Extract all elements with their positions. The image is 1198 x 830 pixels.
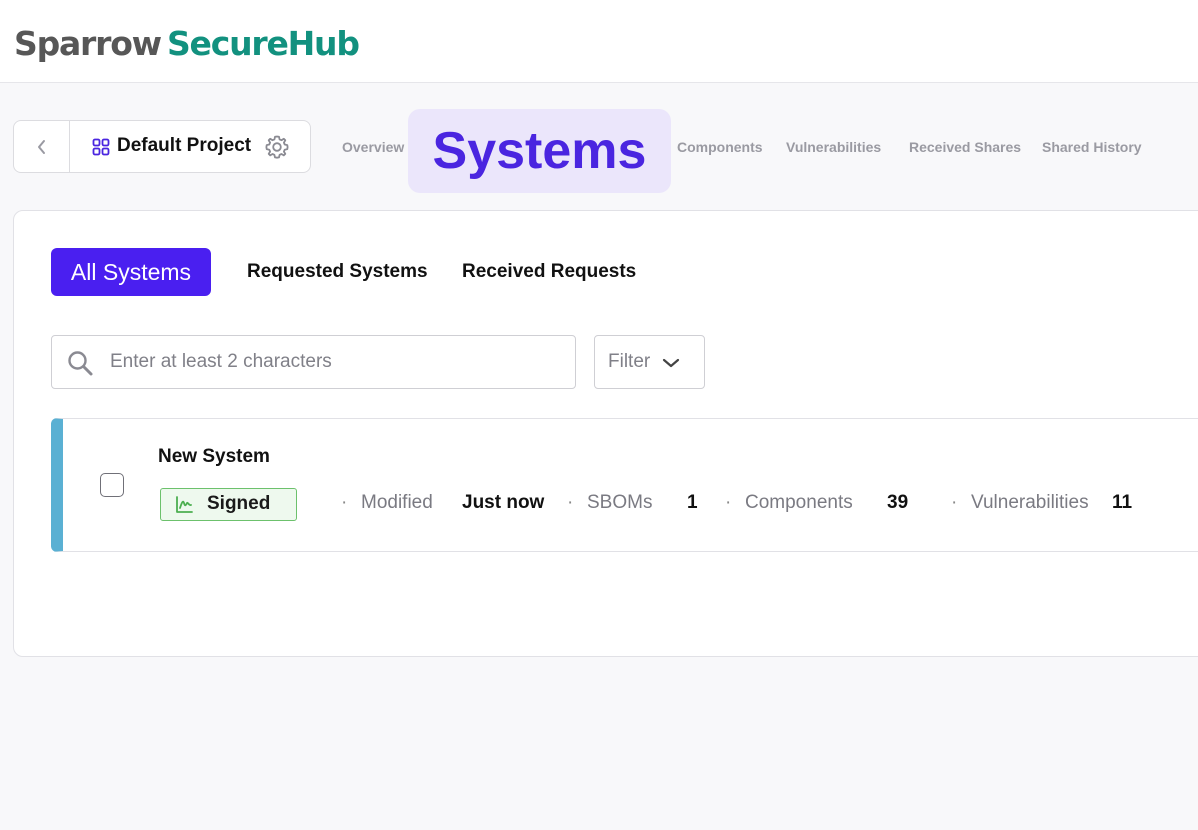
search-input[interactable] [110,346,560,378]
status-badge: Signed [160,488,297,521]
search-icon [68,351,93,376]
subtab-received-requests[interactable]: Received Requests [462,261,636,283]
filter-dropdown[interactable]: Filter [594,335,705,389]
system-name[interactable]: New System [158,446,270,468]
components-label: Components [745,492,853,513]
back-button[interactable] [14,121,70,172]
signature-icon [176,496,193,513]
project-switcher: Default Project [13,120,311,173]
sboms-value[interactable]: 1 [687,492,698,514]
grid-icon [92,138,110,156]
search-box [51,335,576,389]
chevron-down-icon [662,358,680,368]
tab-overview[interactable]: Overview [342,139,404,155]
tab-shared-history[interactable]: Shared History [1042,139,1142,155]
app-logo[interactable]: Sparrow SecureHub [14,24,360,64]
subtab-requested-systems[interactable]: Requested Systems [247,261,428,283]
systems-card: All Systems Requested Systems Received R… [13,210,1198,657]
project-name[interactable]: Default Project [117,135,251,157]
chevron-left-icon [37,139,45,154]
meta-separator: · [951,492,958,513]
sboms-label: SBOMs [587,492,653,513]
meta-separator: · [341,492,348,513]
tab-systems[interactable]: Systems [408,109,671,193]
status-label: Signed [207,493,271,514]
meta-separator: · [725,492,732,513]
vulnerabilities-value[interactable]: 11 [1112,492,1132,514]
components-value[interactable]: 39 [887,492,908,514]
system-row[interactable]: New System Signed · Modified Just now · … [51,418,1198,552]
row-checkbox[interactable] [100,473,124,497]
vulnerabilities-label: Vulnerabilities [971,492,1089,513]
filter-label: Filter [608,351,651,372]
meta-separator: · [567,492,574,513]
tab-vulnerabilities[interactable]: Vulnerabilities [786,139,881,155]
tab-components[interactable]: Components [677,139,763,155]
subtab-all-systems[interactable]: All Systems [51,248,211,296]
logo-product: SecureHub [166,24,360,63]
logo-brand: Sparrow [14,24,162,63]
app-header: Sparrow SecureHub [0,0,1198,83]
tab-received-shares[interactable]: Received Shares [909,139,1021,155]
modified-value: Just now [462,492,545,513]
gear-icon[interactable] [264,134,290,160]
modified-label: Modified [361,492,433,513]
